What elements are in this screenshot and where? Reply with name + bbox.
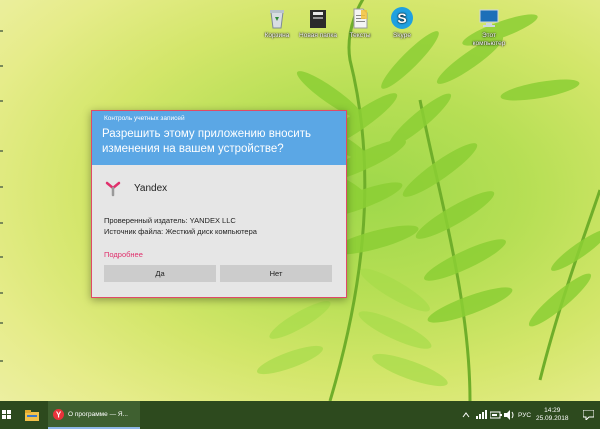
taskbar-explorer[interactable] bbox=[22, 401, 42, 429]
uac-question: Разрешить этому приложению вносить измен… bbox=[102, 128, 311, 155]
chevron-up-icon[interactable] bbox=[462, 411, 470, 419]
taskbar-window-title: О программе — Я... bbox=[68, 410, 128, 418]
uac-caption: Контроль учетных записей bbox=[104, 115, 185, 122]
uac-header: Контроль учетных записей Разрешить этому… bbox=[92, 111, 346, 165]
folder-icon bbox=[306, 6, 330, 30]
clock-time: 14:29 bbox=[544, 407, 561, 414]
skype-icon: S bbox=[390, 6, 414, 30]
desktop-icon-recycle-bin[interactable]: Корзина bbox=[254, 6, 300, 40]
text-file-icon bbox=[348, 6, 372, 30]
start-button[interactable] bbox=[0, 401, 14, 429]
windows-icon bbox=[2, 410, 11, 419]
taskbar: Y О программе — Я... РУС 14:29 25.09.201… bbox=[0, 401, 600, 429]
more-details-link[interactable]: Подробнее bbox=[104, 250, 334, 259]
desktop-icon-new-folder[interactable]: Новая папка bbox=[295, 6, 341, 40]
clock-date: 25.09.2018 bbox=[536, 415, 569, 422]
desktop-icon-skype[interactable]: S Skype bbox=[379, 6, 425, 40]
recycle-bin-icon bbox=[265, 6, 289, 30]
yandex-browser-icon: Y bbox=[53, 408, 64, 420]
file-source-text: Источник файла: Жесткий диск компьютера bbox=[104, 227, 257, 236]
volume-icon[interactable] bbox=[504, 410, 515, 420]
computer-icon bbox=[477, 6, 501, 30]
yes-button[interactable]: Да bbox=[104, 265, 216, 282]
taskbar-yandex-window[interactable]: Y О программе — Я... bbox=[48, 401, 140, 429]
network-icon[interactable] bbox=[476, 410, 488, 420]
app-info: Проверенный издатель: YANDEX LLC Источни… bbox=[104, 215, 334, 237]
notifications-icon[interactable] bbox=[583, 410, 594, 420]
desktop-icon-texts[interactable]: Тексты bbox=[337, 6, 383, 40]
battery-icon[interactable] bbox=[490, 410, 502, 420]
yandex-icon bbox=[104, 179, 122, 197]
app-row: Yandex bbox=[104, 178, 334, 198]
uac-dialog: Контроль учетных записей Разрешить этому… bbox=[91, 110, 347, 298]
file-explorer-icon bbox=[25, 409, 39, 421]
publisher-text: Проверенный издатель: YANDEX LLC bbox=[104, 216, 236, 225]
svg-text:Y: Y bbox=[56, 410, 62, 419]
clock[interactable]: 14:29 25.09.2018 bbox=[536, 407, 569, 423]
uac-buttons: Да Нет bbox=[104, 265, 332, 282]
svg-text:S: S bbox=[397, 10, 406, 26]
language-indicator[interactable]: РУС bbox=[518, 412, 531, 419]
desktop-icon-this-pc[interactable]: Этот компьютер bbox=[466, 6, 512, 48]
no-button[interactable]: Нет bbox=[220, 265, 332, 282]
app-name: Yandex bbox=[134, 182, 168, 194]
